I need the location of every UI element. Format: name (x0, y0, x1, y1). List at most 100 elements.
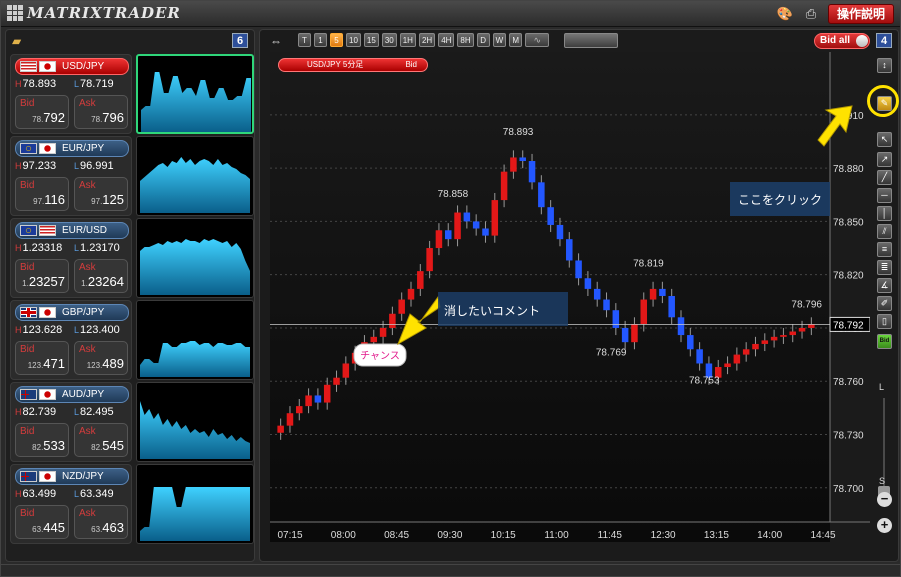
timeframe-button[interactable]: 1 (314, 33, 327, 47)
candle-body (463, 212, 471, 222)
ask-quote-button[interactable]: Ask 78.796 (74, 95, 128, 129)
timeframe-button[interactable]: 2H (418, 33, 436, 47)
help-button[interactable]: 操作説明 (827, 4, 894, 24)
zoom-in-button[interactable]: + (877, 518, 892, 533)
sparkline-chart[interactable] (136, 300, 254, 380)
gann-tool[interactable]: ∡ (877, 278, 892, 293)
sparkline-chart[interactable] (136, 218, 254, 298)
timeframe-button[interactable]: 30 (381, 33, 397, 47)
pair-info[interactable]: NZD/JPY H63.499 L63.349 Bid 63.445 Ask 6… (10, 464, 132, 544)
timeframe-button[interactable]: 1H (399, 33, 416, 47)
chart-type-button[interactable]: ∿ (525, 33, 550, 47)
pair-row[interactable]: EUR/JPY H97.233 L96.991 Bid 97.116 Ask 9… (10, 136, 254, 216)
folder-icon[interactable]: ▰ (12, 34, 21, 48)
pair-name-badge[interactable]: EUR/USD (15, 222, 129, 239)
zoom-slider-track[interactable] (883, 398, 885, 488)
ask-quote-button[interactable]: Ask 82.545 (74, 423, 128, 457)
timeframe-button[interactable]: M (509, 33, 523, 47)
channel-tool[interactable]: ⫽ (877, 224, 892, 239)
chart-pair-tag[interactable]: USD/JPY 5分足 Bid (278, 58, 428, 72)
ask-quote-button[interactable]: Ask 63.463 (74, 505, 128, 539)
pair-name-badge[interactable]: USD/JPY (15, 58, 129, 75)
x-tick-label: 11:00 (544, 530, 569, 541)
flag-icon (20, 307, 37, 318)
timeframe-button[interactable]: 10 (346, 33, 361, 47)
sparkline-chart[interactable] (136, 136, 254, 216)
candlestick-chart[interactable]: 78.91078.88078.85078.82078.79078.76078.7… (270, 52, 870, 542)
status-strip (1, 564, 900, 576)
candle-body (780, 335, 787, 337)
pair-name-badge[interactable]: EUR/JPY (15, 140, 129, 157)
pair-row[interactable]: NZD/JPY H63.499 L63.349 Bid 63.445 Ask 6… (10, 464, 254, 544)
sparkline-svg (140, 487, 250, 541)
sparkline-chart[interactable] (136, 54, 254, 134)
bid-quote-button[interactable]: Bid 78.792 (15, 95, 69, 129)
bid-quote-button[interactable]: Bid 1.23257 (15, 259, 69, 293)
candle-body (389, 313, 396, 328)
text-tool[interactable]: Bid (877, 334, 892, 349)
bid-quote-button[interactable]: Bid 82.533 (15, 423, 69, 457)
pair-name-badge[interactable]: AUD/JPY (15, 386, 129, 403)
y-tick-label: 78.820 (833, 271, 864, 282)
high-value: H1.23318 (15, 242, 63, 254)
pair-row[interactable]: EUR/USD H1.23318 L1.23170 Bid 1.23257 As… (10, 218, 254, 298)
pen-tool[interactable]: ✐ (877, 296, 892, 311)
low-value: L1.23170 (74, 242, 120, 254)
pair-name-badge[interactable]: NZD/JPY (15, 468, 129, 485)
palette-icon[interactable]: 🎨 (776, 5, 794, 23)
comment-tool[interactable]: ✎ (877, 96, 892, 111)
sparkline-chart[interactable] (136, 382, 254, 462)
candle-body (631, 324, 638, 343)
trendline-tool[interactable]: ╱ (877, 170, 892, 185)
timeframe-button[interactable]: W (492, 33, 507, 47)
timeframe-button[interactable]: 5 (330, 33, 343, 47)
pair-row[interactable]: USD/JPY H78.893 L78.719 Bid 78.792 Ask 7… (10, 54, 254, 134)
zoom-icon[interactable]: ⇔ (270, 34, 282, 48)
pair-row[interactable]: AUD/JPY H82.739 L82.495 Bid 82.533 Ask 8… (10, 382, 254, 462)
vline-tool[interactable]: │ (877, 206, 892, 221)
pair-name: GBP/JPY (62, 307, 105, 318)
pair-info[interactable]: USD/JPY H78.893 L78.719 Bid 78.792 Ask 7… (10, 54, 132, 134)
pair-row[interactable]: GBP/JPY H123.628 L123.400 Bid 123.471 As… (10, 300, 254, 380)
ask-value: 78.796 (91, 110, 124, 125)
logo-grid-icon (7, 5, 23, 21)
chart-plot-area[interactable]: 78.91078.88078.85078.82078.79078.76078.7… (270, 52, 870, 542)
candle-body (621, 327, 629, 343)
peak-label: 78.796 (791, 299, 822, 310)
sparkline-chart[interactable] (136, 464, 254, 544)
pair-info[interactable]: EUR/JPY H97.233 L96.991 Bid 97.116 Ask 9… (10, 136, 132, 216)
timeframe-button[interactable]: 4H (438, 33, 455, 47)
bid-all-toggle[interactable]: Bid all (814, 33, 870, 49)
pair-info[interactable]: AUD/JPY H82.739 L82.495 Bid 82.533 Ask 8… (10, 382, 132, 462)
timeframe-button[interactable]: 15 (363, 33, 379, 47)
candle-body (305, 395, 312, 407)
pair-name-badge[interactable]: GBP/JPY (15, 304, 129, 321)
zoom-out-button[interactable]: − (877, 492, 892, 507)
timeframe-button[interactable]: 8H (457, 33, 474, 47)
ask-quote-button[interactable]: Ask 1.23264 (74, 259, 128, 293)
fib-tool[interactable]: ≡ (877, 242, 892, 257)
cursor-tool[interactable]: ↕ (877, 58, 892, 73)
indicator-select[interactable] (564, 33, 618, 48)
candle-body (677, 317, 685, 336)
hline-tool[interactable]: ─ (877, 188, 892, 203)
timeframe-button[interactable]: D (476, 33, 490, 47)
ask-quote-button[interactable]: Ask 97.125 (74, 177, 128, 211)
bid-quote-button[interactable]: Bid 63.445 (15, 505, 69, 539)
eraser-tool[interactable]: ▯ (877, 314, 892, 329)
bid-all-label: Bid all (820, 35, 851, 46)
sparkline-area (140, 157, 250, 213)
fan-tool[interactable]: ≣ (877, 260, 892, 275)
ask-label: Ask (79, 262, 96, 273)
candle-body (277, 425, 284, 433)
select-tool[interactable]: ↖ (877, 132, 892, 147)
timeframe-button[interactable]: T (298, 33, 311, 47)
ask-quote-button[interactable]: Ask 123.489 (74, 341, 128, 375)
pointer-tool[interactable]: ↗ (877, 152, 892, 167)
pair-info[interactable]: EUR/USD H1.23318 L1.23170 Bid 1.23257 As… (10, 218, 132, 298)
print-icon[interactable]: ⎙ (802, 5, 820, 23)
low-value: L63.349 (74, 488, 114, 500)
bid-quote-button[interactable]: Bid 123.471 (15, 341, 69, 375)
bid-quote-button[interactable]: Bid 97.116 (15, 177, 69, 211)
pair-info[interactable]: GBP/JPY H123.628 L123.400 Bid 123.471 As… (10, 300, 132, 380)
